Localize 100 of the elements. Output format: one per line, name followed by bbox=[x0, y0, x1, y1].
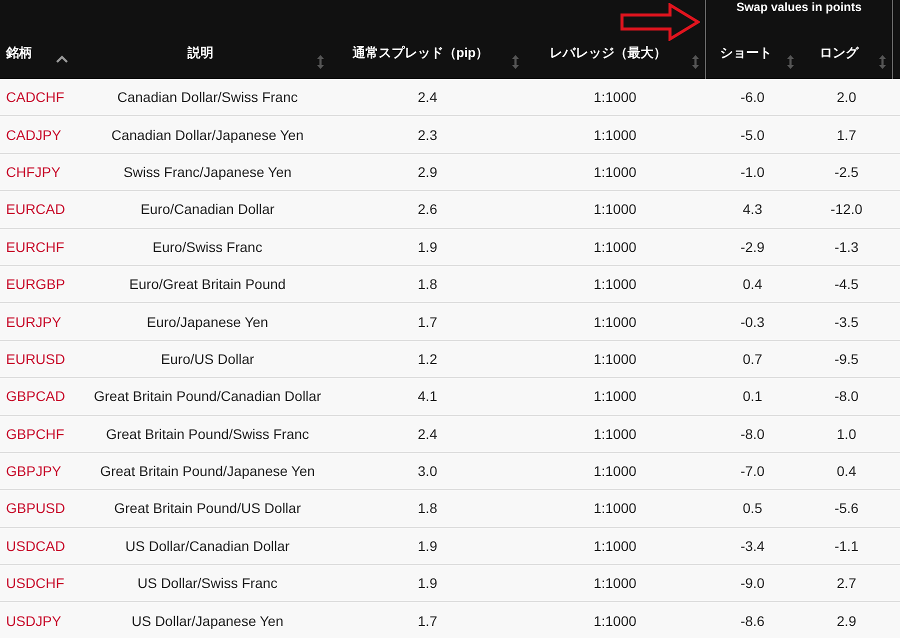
symbol-cell-text: USDCAD bbox=[5, 538, 66, 554]
column-header[interactable]: レバレッジ（最大） bbox=[525, 44, 705, 62]
table-cell-text: 2.4 bbox=[416, 89, 438, 106]
table-cell-text: 0.4 bbox=[836, 463, 858, 480]
table-cell-text: Euro/Canadian Dollar bbox=[140, 201, 276, 218]
table-cell-text: 2.3 bbox=[416, 126, 438, 143]
table-cell-text: Great Britain Pound/US Dollar bbox=[113, 500, 302, 516]
column-header[interactable]: 銘柄 bbox=[0, 44, 46, 62]
table-cell-text: 1:1000 bbox=[592, 612, 638, 629]
column-header[interactable]: ロング bbox=[800, 44, 892, 62]
table-cell-text: -9.5 bbox=[833, 350, 860, 367]
table-cell-text: 1.7 bbox=[836, 126, 858, 143]
table-cell-text: Canadian Dollar/Japanese Yen bbox=[110, 126, 305, 143]
table-cell-text: 1.7 bbox=[416, 612, 438, 629]
sort-icon[interactable] bbox=[512, 55, 519, 69]
table-cell-text: Canadian Dollar/Swiss Franc bbox=[116, 89, 299, 106]
table-cell-text: 2.6 bbox=[416, 201, 438, 218]
table-cell-text: -9.0 bbox=[739, 575, 766, 592]
sort-icon[interactable] bbox=[317, 55, 324, 69]
table-cell-text: 1:1000 bbox=[592, 276, 638, 292]
column-header[interactable]: ショート bbox=[706, 44, 800, 62]
chevron-up-icon[interactable] bbox=[56, 55, 68, 63]
table-cell-text: Swiss Franc/Japanese Yen bbox=[122, 164, 293, 180]
sort-icon[interactable] bbox=[879, 55, 886, 69]
table-cell-text: -3.5 bbox=[833, 314, 860, 330]
column-header[interactable]: 通常スプレッド（pip） bbox=[330, 44, 525, 62]
symbol-cell-text: GBPUSD bbox=[5, 500, 66, 516]
table-cell-text: -8.0 bbox=[833, 388, 860, 404]
table-cell-text: Great Britain Pound/Japanese Yen bbox=[99, 463, 316, 480]
table-cell-text: 2.9 bbox=[416, 164, 438, 180]
table-cell-text: -3.4 bbox=[739, 538, 766, 554]
table-cell-text: US Dollar/Canadian Dollar bbox=[124, 538, 291, 554]
table-cell-text: 1:1000 bbox=[592, 463, 638, 480]
symbol-cell-text: CHFJPY bbox=[5, 164, 62, 180]
table-cell-text: -12.0 bbox=[830, 201, 864, 218]
table-cell-text: 1.8 bbox=[416, 500, 438, 516]
symbol-cell-text: USDCHF bbox=[5, 575, 66, 592]
table-cell-text: 0.5 bbox=[742, 500, 764, 516]
table-cell-text: 0.4 bbox=[742, 276, 764, 292]
table-cell-text: -1.0 bbox=[739, 164, 766, 180]
arrow-icon bbox=[620, 3, 700, 41]
symbol-cell-text: EURUSD bbox=[5, 350, 66, 367]
table-cell-text: Great Britain Pound/Canadian Dollar bbox=[92, 388, 322, 404]
table-cell-text: -5.6 bbox=[833, 500, 860, 516]
table-cell-text: 1:1000 bbox=[592, 426, 638, 442]
table-cell-text: 2.0 bbox=[836, 89, 858, 106]
table-cell-text: -4.5 bbox=[833, 276, 860, 292]
table-cell-text: 1.9 bbox=[416, 238, 438, 255]
table-cell-text: 1:1000 bbox=[592, 238, 638, 255]
table-cell-text: Euro/Japanese Yen bbox=[146, 314, 270, 330]
table-cell-text: 3.0 bbox=[416, 463, 438, 480]
symbol-cell-text: CADJPY bbox=[5, 126, 62, 143]
table-cell-text: -8.6 bbox=[739, 612, 766, 629]
table-cell-text: US Dollar/Japanese Yen bbox=[130, 612, 284, 629]
table-cell-text: 1.7 bbox=[416, 314, 438, 330]
table-cell-text: -1.1 bbox=[833, 538, 860, 554]
table-cell-text: 1:1000 bbox=[592, 575, 638, 592]
sort-icon[interactable] bbox=[787, 55, 794, 69]
table-cell-text: 1:1000 bbox=[592, 89, 638, 106]
column-group-header: Swap values in points bbox=[705, 0, 893, 40]
table-cell-text: 0.1 bbox=[742, 388, 764, 404]
symbol-cell-text: USDJPY bbox=[5, 612, 62, 629]
table-cell-text: 4.1 bbox=[416, 388, 438, 404]
table-cell-text: 2.7 bbox=[836, 575, 858, 592]
symbol-cell-text: EURJPY bbox=[5, 314, 62, 330]
symbol-cell-text: EURCAD bbox=[5, 201, 66, 218]
table-cell-text: -0.3 bbox=[739, 314, 766, 330]
table-cell-text: 1:1000 bbox=[592, 126, 638, 143]
table-cell-text: 1:1000 bbox=[592, 538, 638, 554]
table-cell-text: 1:1000 bbox=[592, 201, 638, 218]
table-cell-text: -2.9 bbox=[739, 238, 766, 255]
table-cell-text: 2.9 bbox=[836, 612, 858, 629]
table-cell-text: 4.3 bbox=[742, 201, 764, 218]
symbol-cell-text: EURGBP bbox=[5, 276, 66, 292]
table-cell-text: 1.0 bbox=[836, 426, 858, 442]
sort-icon[interactable] bbox=[692, 55, 699, 69]
table-cell-text: -8.0 bbox=[739, 426, 766, 442]
table-cell-text: Great Britain Pound/Swiss Franc bbox=[104, 426, 310, 442]
table-cell-text: Euro/Swiss Franc bbox=[152, 238, 264, 255]
table-cell-text: Euro/Great Britain Pound bbox=[128, 276, 287, 292]
table-cell-text: 2.4 bbox=[416, 426, 438, 442]
table-cell-text: -5.0 bbox=[739, 126, 766, 143]
symbol-cell-text: CADCHF bbox=[5, 89, 66, 106]
table-cell-text: -1.3 bbox=[833, 238, 860, 255]
table-cell-text: 1:1000 bbox=[592, 164, 638, 180]
table-cell-text: -7.0 bbox=[739, 463, 766, 480]
table-cell-text: -6.0 bbox=[739, 89, 766, 106]
symbol-cell-text: GBPJPY bbox=[5, 463, 62, 480]
symbol-cell-text: GBPCHF bbox=[5, 426, 66, 442]
table-cell-text: 1.8 bbox=[416, 276, 438, 292]
table-cell-text: Euro/US Dollar bbox=[160, 350, 256, 367]
symbol-cell-text: GBPCAD bbox=[5, 388, 66, 404]
table-cell-text: US Dollar/Swiss Franc bbox=[136, 575, 279, 592]
table-cell-text: -2.5 bbox=[833, 164, 860, 180]
symbol-cell-text: EURCHF bbox=[5, 238, 66, 255]
table-cell-text: 1:1000 bbox=[592, 314, 638, 330]
table-cell-text: 1.2 bbox=[416, 350, 438, 367]
column-header[interactable]: 説明 bbox=[85, 44, 330, 62]
table-cell-text: 0.7 bbox=[742, 350, 764, 367]
table-cell-text: 1.9 bbox=[416, 575, 438, 592]
